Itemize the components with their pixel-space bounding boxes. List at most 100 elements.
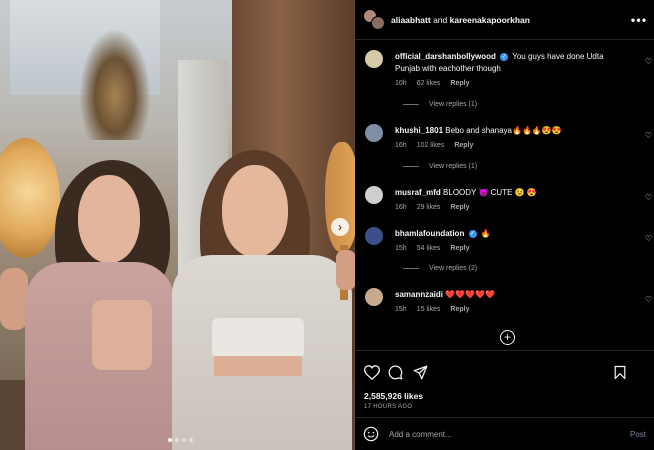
comment-meta: 15h 54 likes Reply [395, 245, 469, 252]
avatar[interactable] [365, 124, 383, 142]
view-replies-button[interactable]: View replies (1) [403, 101, 477, 108]
post-comment-button[interactable]: Post [630, 430, 646, 439]
person-left-face [78, 175, 140, 263]
comment-likes[interactable]: 29 likes [417, 204, 441, 211]
load-more-comments-button[interactable]: + [500, 330, 515, 345]
hand-right [336, 250, 355, 290]
comment-text: BLOODY 😈 CUTE 😉 😍 [443, 188, 537, 197]
comment-text-block: musraf_mfd BLOODY 😈 CUTE 😉 😍 [395, 187, 630, 199]
hand-mirror-left [0, 138, 60, 258]
comment-username[interactable]: bhamlafoundation [395, 229, 464, 238]
hand-left [0, 268, 28, 330]
comment-meta: 15h 15 likes Reply [395, 306, 469, 313]
share-icon[interactable] [413, 365, 428, 380]
carousel-next-button[interactable]: › [331, 218, 349, 236]
reply-button[interactable]: Reply [454, 142, 473, 149]
view-replies-label: View replies (1) [429, 163, 478, 170]
reply-button[interactable]: Reply [450, 204, 469, 211]
view-replies-label: View replies (1) [429, 101, 478, 108]
comment-text-block: official_darshanbollywood ✓ You guys hav… [395, 51, 630, 75]
avatar[interactable] [365, 186, 383, 204]
replies-line [403, 166, 419, 167]
post-authors: aliaabhatt and kareenakapoorkhan [391, 15, 630, 25]
like-comment-heart-icon[interactable]: ♡ [645, 193, 652, 202]
comment-time: 15h [395, 306, 407, 313]
comment-text-block: samannzaidi ❤️❤️❤️❤️❤️ [395, 289, 630, 301]
comment-text-block: khushi_1801 Bebo and shanaya🔥🔥🔥😍😍 [395, 125, 630, 137]
comment-time: 15h [395, 245, 407, 252]
like-comment-heart-icon[interactable]: ♡ [645, 295, 652, 304]
person-right-face [222, 165, 288, 257]
comment-username[interactable]: samannzaidi [395, 290, 443, 299]
view-replies-button[interactable]: View replies (1) [403, 163, 477, 170]
view-replies-button[interactable]: View replies (2) [403, 265, 477, 272]
comment-likes[interactable]: 15 likes [417, 306, 441, 313]
avatar[interactable] [365, 50, 383, 68]
comment-item: bhamlafoundation ✓ 🔥 15h 54 likes Reply … [363, 218, 653, 278]
author-conjunction: and [433, 14, 448, 25]
comment-text-block: bhamlafoundation ✓ 🔥 [395, 228, 630, 240]
heart-icon[interactable] [364, 365, 380, 380]
person-right-top [212, 318, 304, 358]
reply-button[interactable]: Reply [450, 245, 469, 252]
verified-badge-icon: ✓ [500, 52, 509, 61]
comment-time: 10h [395, 80, 407, 87]
comment-icon[interactable] [388, 365, 403, 380]
author-username[interactable]: aliaabhatt [391, 15, 431, 25]
comment-item: khushi_1801 Bebo and shanaya🔥🔥🔥😍😍 16h 10… [363, 115, 653, 175]
post-image[interactable]: › [0, 0, 355, 450]
post-actions: 2,585,926 likes 17 HOURS AGO [355, 350, 654, 417]
comment-item: official_darshanbollywood ✓ You guys hav… [363, 41, 653, 108]
comment-meta: 16h 29 likes Reply [395, 204, 469, 211]
comment-time: 16h [395, 204, 407, 211]
author-avatars[interactable] [363, 8, 385, 31]
chevron-right-icon: › [338, 220, 342, 234]
reply-button[interactable]: Reply [450, 306, 469, 313]
comment-meta: 10h 62 likes Reply [395, 80, 469, 87]
carousel-dot [182, 438, 186, 442]
comment-likes[interactable]: 102 likes [417, 142, 445, 149]
more-options-icon[interactable]: • • • [630, 13, 646, 27]
chandelier [80, 30, 150, 140]
comment-time: 16h [395, 142, 407, 149]
smiley-icon[interactable] [363, 426, 379, 442]
comments-list: official_darshanbollywood ✓ You guys hav… [355, 41, 654, 350]
post-details-panel: aliaabhatt and kareenakapoorkhan • • • o… [355, 0, 654, 450]
person-left-midriff [92, 300, 152, 370]
reply-button[interactable]: Reply [450, 80, 469, 87]
post-header: aliaabhatt and kareenakapoorkhan • • • [355, 0, 654, 40]
author-username[interactable]: kareenakapoorkhan [450, 15, 530, 25]
carousel-indicator [168, 438, 193, 442]
comment-input[interactable] [389, 429, 630, 439]
carousel-dot [189, 438, 193, 442]
avatar [371, 15, 385, 30]
comment-item: musraf_mfd BLOODY 😈 CUTE 😉 😍 16h 29 like… [363, 177, 653, 217]
post-timestamp: 17 HOURS AGO [364, 404, 413, 410]
comment-text: ❤️❤️❤️❤️❤️ [445, 290, 496, 299]
view-replies-label: View replies (2) [429, 265, 478, 272]
carousel-dot [168, 438, 172, 442]
add-comment-bar: Post [355, 417, 654, 450]
replies-line [403, 268, 419, 269]
comment-likes[interactable]: 62 likes [417, 80, 441, 87]
replies-line [403, 104, 419, 105]
comment-likes[interactable]: 54 likes [417, 245, 441, 252]
comment-text: Bebo and shanaya🔥🔥🔥😍😍 [445, 126, 562, 135]
avatar[interactable] [365, 227, 383, 245]
carousel-dot [175, 438, 179, 442]
comment-meta: 16h 102 likes Reply [395, 142, 473, 149]
likes-count[interactable]: 2,585,926 likes [364, 391, 423, 401]
comment-text: 🔥 [480, 229, 491, 238]
comment-username[interactable]: official_darshanbollywood [395, 52, 496, 61]
like-comment-heart-icon[interactable]: ♡ [645, 57, 652, 66]
comment-item: samannzaidi ❤️❤️❤️❤️❤️ 15h 15 likes Repl… [363, 279, 653, 319]
avatar[interactable] [365, 288, 383, 306]
bookmark-icon[interactable] [614, 365, 626, 380]
like-comment-heart-icon[interactable]: ♡ [645, 234, 652, 243]
comment-username[interactable]: khushi_1801 [395, 126, 443, 135]
person-right-midriff [214, 356, 302, 376]
verified-badge-icon: ✓ [468, 229, 477, 238]
comment-username[interactable]: musraf_mfd [395, 188, 441, 197]
plus-circle-icon: + [503, 330, 511, 344]
like-comment-heart-icon[interactable]: ♡ [645, 131, 652, 140]
